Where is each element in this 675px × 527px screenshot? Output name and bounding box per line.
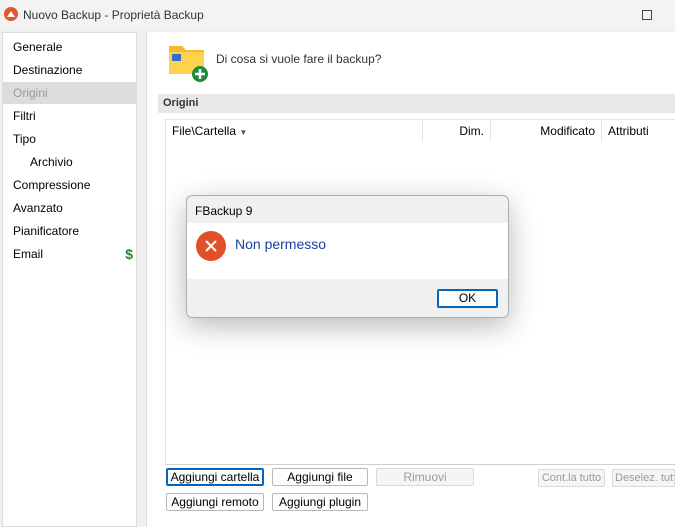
sort-down-icon: ▼ xyxy=(239,128,248,137)
column-header-label: Attributi xyxy=(608,124,649,138)
column-header-attributes[interactable]: Attributi xyxy=(602,120,675,142)
sidebar: Generale Destinazione Origini Filtri Tip… xyxy=(2,32,137,527)
deselect-all-button[interactable]: Deselez. tutto xyxy=(612,469,675,487)
dialog-message: Non permesso xyxy=(235,236,327,252)
window-title: Nuovo Backup - Proprietà Backup xyxy=(23,8,204,22)
title-bar: Nuovo Backup - Proprietà Backup xyxy=(0,0,675,28)
sidebar-item-generale[interactable]: Generale xyxy=(3,36,137,58)
sidebar-item-destinazione[interactable]: Destinazione xyxy=(3,59,137,81)
sidebar-item-email[interactable]: Email $ xyxy=(3,243,137,265)
column-header-label: File\Cartella xyxy=(172,124,237,138)
sidebar-item-label: Destinazione xyxy=(13,63,83,77)
column-header-label: Modificato xyxy=(540,124,595,138)
error-icon xyxy=(196,231,226,261)
ok-button[interactable]: OK xyxy=(437,289,498,308)
dialog-body: Non permesso xyxy=(187,223,508,279)
add-folder-button[interactable]: Aggiungi cartella xyxy=(166,468,264,486)
column-header-modified[interactable]: Modificato xyxy=(491,120,602,142)
column-header-size[interactable]: Dim. xyxy=(423,120,491,142)
add-plugin-button[interactable]: Aggiungi plugin xyxy=(272,493,368,511)
sidebar-item-label: Generale xyxy=(13,40,63,54)
sidebar-item-label: Filtri xyxy=(13,109,36,123)
sidebar-item-label: Pianificatore xyxy=(13,224,80,238)
remove-button[interactable]: Rimuovi xyxy=(376,468,474,486)
add-file-button[interactable]: Aggiungi file xyxy=(272,468,368,486)
maximize-button[interactable] xyxy=(642,10,652,20)
add-remote-button[interactable]: Aggiungi remoto xyxy=(166,493,264,511)
column-header-label: Dim. xyxy=(459,124,484,138)
section-header-origini: Origini xyxy=(158,94,675,113)
sidebar-item-label: Avanzato xyxy=(13,201,63,215)
sidebar-item-label: Tipo xyxy=(13,132,36,146)
sidebar-item-label: Email xyxy=(13,247,44,261)
dialog-title: FBackup 9 xyxy=(195,204,253,218)
sidebar-item-origini[interactable]: Origini xyxy=(3,82,137,104)
column-header-file[interactable]: File\Cartella ▼ xyxy=(166,120,423,142)
error-dialog: FBackup 9 Non permesso OK xyxy=(186,195,509,318)
sidebar-item-pianificatore[interactable]: Pianificatore xyxy=(3,220,137,242)
dollar-icon: $ xyxy=(125,246,133,262)
sidebar-item-label: Archivio xyxy=(30,155,73,169)
sidebar-item-filtri[interactable]: Filtri xyxy=(3,105,137,127)
app-logo-icon xyxy=(4,7,18,21)
sidebar-item-tipo[interactable]: Tipo xyxy=(3,128,137,150)
folder-add-icon xyxy=(168,42,208,85)
sidebar-item-label: Compressione xyxy=(13,178,91,192)
sidebar-item-avanzato[interactable]: Avanzato xyxy=(3,197,137,219)
backup-question: Di cosa si vuole fare il backup? xyxy=(216,52,382,66)
sidebar-item-label: Origini xyxy=(13,86,48,100)
sidebar-item-compressione[interactable]: Compressione xyxy=(3,174,137,196)
check-all-button[interactable]: Cont.la tutto xyxy=(538,469,605,487)
sidebar-item-archivio[interactable]: Archivio xyxy=(3,151,137,173)
